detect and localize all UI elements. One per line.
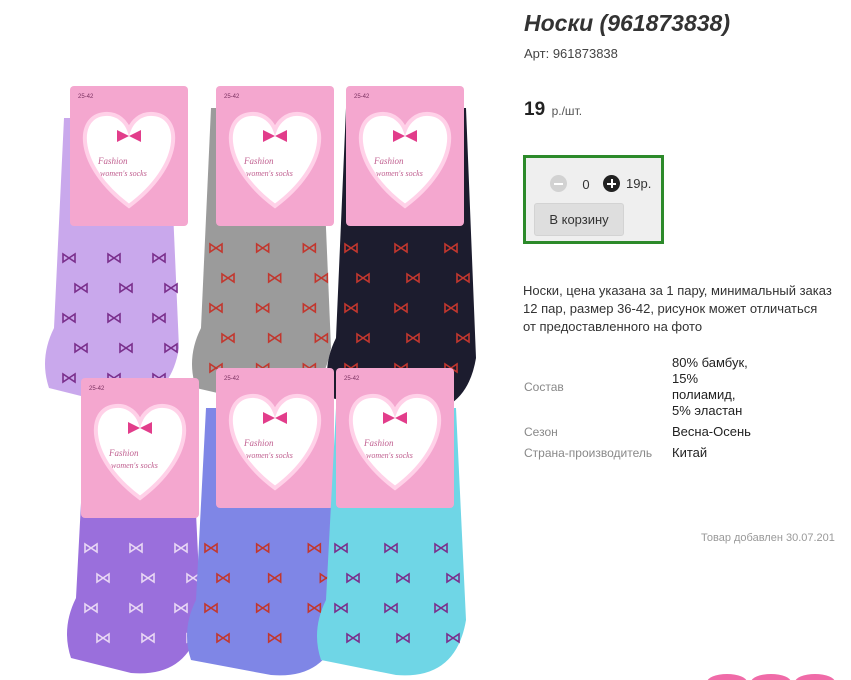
size-tag: 25-42 xyxy=(224,376,240,382)
product-photo[interactable]: Fashion women's socks 25-42 Fashion women's … xyxy=(36,78,486,680)
quantity-stepper: 19р. xyxy=(550,174,660,194)
quantity-total: 19р. xyxy=(626,176,652,191)
properties-table: Состав 80% бамбук, 15% полиамид, 5% элас… xyxy=(524,355,756,461)
sku-label: Арт: xyxy=(524,46,550,61)
card-text: Fashion xyxy=(108,448,139,458)
card-text: women's socks xyxy=(111,461,158,470)
price-unit: р./шт. xyxy=(551,104,583,118)
sku-value: 961873838 xyxy=(552,46,618,61)
property-value: 80% бамбук, 15% полиамид, 5% эластан xyxy=(672,355,748,418)
sock-pack: Fashion women's socks 25-42 xyxy=(45,86,188,404)
card-text: Fashion xyxy=(363,438,394,448)
quantity-input[interactable] xyxy=(577,176,595,192)
product-description: Носки, цена указана за 1 пару, минимальн… xyxy=(523,283,832,334)
card-text: women's socks xyxy=(376,169,423,178)
card-text: women's socks xyxy=(246,169,293,178)
property-label: Сезон xyxy=(524,425,558,439)
size-tag: 25-42 xyxy=(354,94,370,100)
product-title: Носки (961873838) xyxy=(524,10,730,36)
socks-image: Fashion women's socks 25-42 Fashion women's … xyxy=(45,86,476,676)
size-tag: 25-42 xyxy=(78,94,94,100)
property-row-season: Сезон Весна-Осень xyxy=(524,424,756,440)
added-label: Товар добавлен xyxy=(701,532,783,544)
card-text: Fashion xyxy=(243,438,274,448)
card-text: Fashion xyxy=(97,156,128,166)
sock-pack: Fashion women's socks 25-42 xyxy=(67,378,201,674)
card-text: women's socks xyxy=(366,451,413,460)
size-tag: 25-42 xyxy=(89,386,105,392)
sock-pack: Fashion women's socks 25-42 xyxy=(327,86,476,414)
size-tag: 25-42 xyxy=(224,94,240,100)
property-value: Весна-Осень xyxy=(672,424,751,439)
add-to-cart-button[interactable]: В корзину xyxy=(534,203,624,236)
property-row-composition: Состав 80% бамбук, 15% полиамид, 5% элас… xyxy=(524,355,756,419)
card-text: Fashion xyxy=(243,156,274,166)
plus-circle-icon[interactable] xyxy=(603,175,620,192)
product-sku: Арт: 961873838 xyxy=(524,46,618,61)
property-value: Китай xyxy=(672,445,708,460)
sock-pack: Fashion women's socks 25-42 xyxy=(317,368,466,676)
added-date-value: 30.07.201 xyxy=(785,532,835,544)
minus-circle-icon[interactable] xyxy=(550,175,567,192)
property-row-country: Страна-производитель Китай xyxy=(524,445,756,461)
card-text: women's socks xyxy=(100,169,147,178)
product-price: 19 р./шт. xyxy=(524,99,582,121)
size-tag: 25-42 xyxy=(344,376,360,382)
card-text: Fashion xyxy=(373,156,404,166)
card-text: women's socks xyxy=(246,451,293,460)
property-label: Состав xyxy=(524,380,564,394)
buy-box: 19р. В корзину xyxy=(523,155,664,244)
property-label: Страна-производитель xyxy=(524,446,653,460)
price-value: 19 xyxy=(524,99,546,120)
sock-pack: Fashion women's socks 25-42 xyxy=(192,86,334,404)
next-image-edge xyxy=(707,674,835,680)
added-date: Товар добавлен 30.07.201 xyxy=(701,532,835,544)
